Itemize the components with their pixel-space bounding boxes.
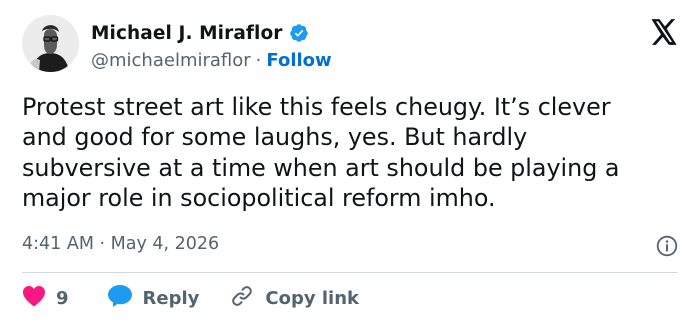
avatar[interactable] [22,15,79,72]
info-icon[interactable] [656,235,678,257]
author-handle[interactable]: @michaelmiraflor [91,50,251,71]
link-icon [229,284,255,313]
tweet-text: Protest street art like this feels cheug… [22,93,620,213]
author-display-name[interactable]: Michael J. Miraflor [91,23,283,44]
divider [22,272,678,273]
verified-badge-icon [289,23,309,43]
author-name-row: Michael J. Miraflor [91,21,309,45]
heart-icon [22,285,46,312]
like-count: 9 [56,287,69,309]
copy-link-label: Copy link [265,287,359,309]
like-button[interactable]: 9 [22,285,69,312]
reply-button[interactable]: Reply [107,284,200,313]
speech-bubble-icon [107,284,133,313]
copy-link-button[interactable]: Copy link [229,284,359,313]
avatar-photo [22,15,79,72]
reply-label: Reply [142,287,200,309]
tweet-timestamp[interactable]: 4:41 AM · May 4, 2026 [22,234,219,254]
action-bar: 9 Reply Copy link [22,284,359,312]
tweet-card: Michael J. Miraflor @michaelmiraflor · F… [0,0,700,325]
follow-button[interactable]: Follow [266,50,331,71]
x-logo-icon[interactable] [650,19,678,45]
handle-separator: · [255,49,262,71]
author-handle-row: @michaelmiraflor · Follow [91,48,332,72]
